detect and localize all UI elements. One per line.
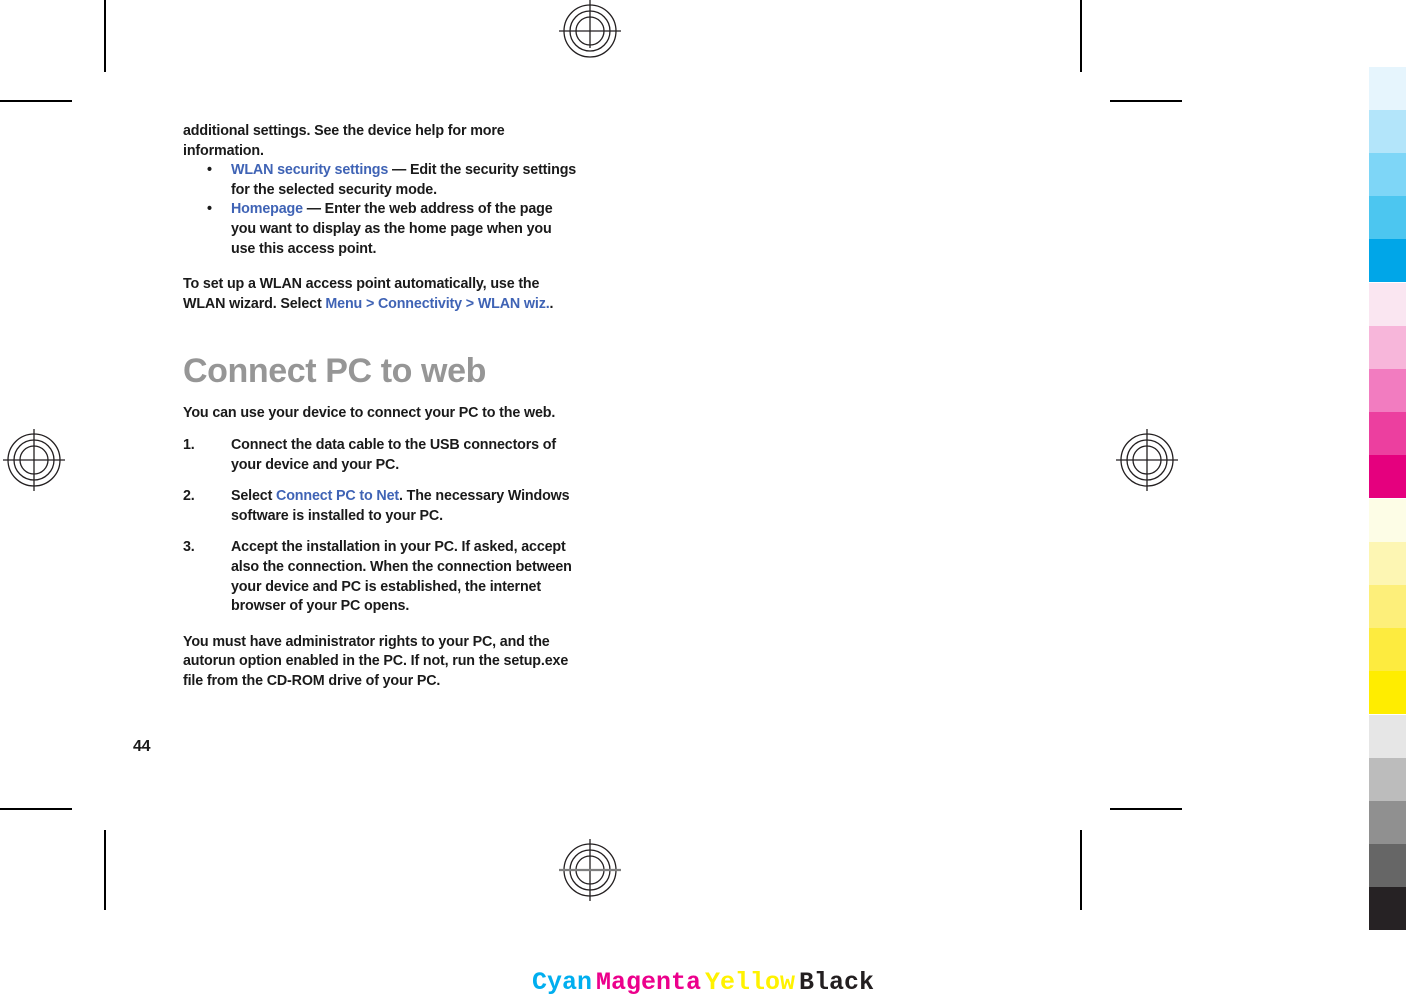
list-item: 2. Select Connect PC to Net. The necessar… xyxy=(183,487,579,526)
magenta-swatch-2 xyxy=(1369,326,1406,369)
black-swatch-2 xyxy=(1369,758,1406,801)
connect-steps-list: 1. Connect the data cable to the USB conn… xyxy=(183,436,579,617)
page-title: Connect PC to web xyxy=(183,352,486,391)
magenta-swatch-4 xyxy=(1369,412,1406,455)
homepage-link[interactable]: Homepage xyxy=(231,201,303,217)
list-item: 1. Connect the data cable to the USB conn… xyxy=(183,436,579,475)
black-swatch-5 xyxy=(1369,887,1406,930)
color-label-yellow: Yellow xyxy=(705,968,796,997)
intro-paragraph: additional settings. See the device help… xyxy=(183,123,505,159)
crop-mark-bottom-right-vertical xyxy=(1080,830,1082,910)
list-item: • Homepage — Enter the web address of the… xyxy=(183,200,579,259)
step-text-before: Select xyxy=(231,488,277,505)
crop-mark-top-left-horizontal xyxy=(0,100,72,102)
bullet-icon: • xyxy=(207,162,212,179)
menu-link[interactable]: Menu xyxy=(325,296,362,312)
crop-mark-bottom-left-horizontal xyxy=(0,808,72,810)
magenta-swatch-1 xyxy=(1369,283,1406,326)
black-swatch-stack xyxy=(1369,715,1406,930)
cyan-swatch-2 xyxy=(1369,110,1406,153)
connectivity-separator: > xyxy=(461,295,478,312)
crop-mark-bottom-right-horizontal xyxy=(1110,808,1182,810)
print-proof-page: additional settings. See the device help… xyxy=(0,0,1406,1001)
bullet-icon: • xyxy=(207,201,212,218)
registration-mark-left-center xyxy=(3,429,65,491)
color-label-cyan: Cyan xyxy=(531,968,592,997)
yellow-swatch-4 xyxy=(1369,628,1406,671)
wlan-wizard-paragraph: To set up a WLAN access point automatica… xyxy=(183,275,579,314)
magenta-swatch-5 xyxy=(1369,455,1406,498)
cyan-swatch-stack xyxy=(1369,67,1406,282)
document-text-column: additional settings. See the device help… xyxy=(183,122,579,691)
crop-mark-top-right-horizontal xyxy=(1110,100,1182,102)
yellow-swatch-3 xyxy=(1369,585,1406,628)
yellow-swatch-1 xyxy=(1369,499,1406,542)
registration-mark-bottom-center xyxy=(559,839,621,901)
settings-bullet-list: • WLAN security settings — Edit the secur… xyxy=(183,161,579,259)
crop-mark-bottom-left-vertical xyxy=(104,830,106,910)
wlan-security-settings-link[interactable]: WLAN security settings xyxy=(231,162,388,178)
yellow-swatch-5 xyxy=(1369,671,1406,714)
black-swatch-4 xyxy=(1369,844,1406,887)
menu-separator: > xyxy=(362,295,378,312)
closing-paragraph: You must have administrator rights to yo… xyxy=(183,633,569,689)
yellow-swatch-2 xyxy=(1369,542,1406,585)
crop-mark-top-left-vertical xyxy=(104,0,106,72)
magenta-swatch-stack xyxy=(1369,283,1406,498)
step-number: 3. xyxy=(183,539,195,556)
color-label-black: Black xyxy=(799,968,875,997)
black-swatch-1 xyxy=(1369,715,1406,758)
wizard-tail-text: . xyxy=(549,295,554,312)
color-separation-labels: Cyan Magenta Yellow Black xyxy=(0,968,1406,997)
registration-mark-top-center xyxy=(559,0,621,62)
crop-mark-top-right-vertical xyxy=(1080,0,1082,72)
lead-paragraph: You can use your device to connect your … xyxy=(183,405,556,422)
step-number: 1. xyxy=(183,436,195,453)
black-swatch-3 xyxy=(1369,801,1406,844)
connectivity-link[interactable]: Connectivity xyxy=(378,296,462,312)
step-text-before: Accept the installation in your PC. If a… xyxy=(231,539,572,615)
registration-mark-right-center xyxy=(1116,429,1178,491)
list-item: • WLAN security settings — Edit the secur… xyxy=(183,161,579,200)
step-number: 2. xyxy=(183,488,195,505)
cyan-swatch-4 xyxy=(1369,196,1406,239)
connect-pc-to-net-link[interactable]: Connect PC to Net xyxy=(276,488,399,504)
wlan-wiz-link[interactable]: WLAN wiz. xyxy=(478,296,550,312)
cyan-swatch-3 xyxy=(1369,153,1406,196)
page-number: 44 xyxy=(133,738,151,755)
color-label-magenta: Magenta xyxy=(595,968,701,997)
step-text-before: Connect the data cable to the USB connec… xyxy=(231,436,556,473)
cyan-swatch-5 xyxy=(1369,239,1406,282)
magenta-swatch-3 xyxy=(1369,369,1406,412)
yellow-swatch-stack xyxy=(1369,499,1406,714)
list-item: 3. Accept the installation in your PC. If… xyxy=(183,538,579,616)
cyan-swatch-1 xyxy=(1369,67,1406,110)
